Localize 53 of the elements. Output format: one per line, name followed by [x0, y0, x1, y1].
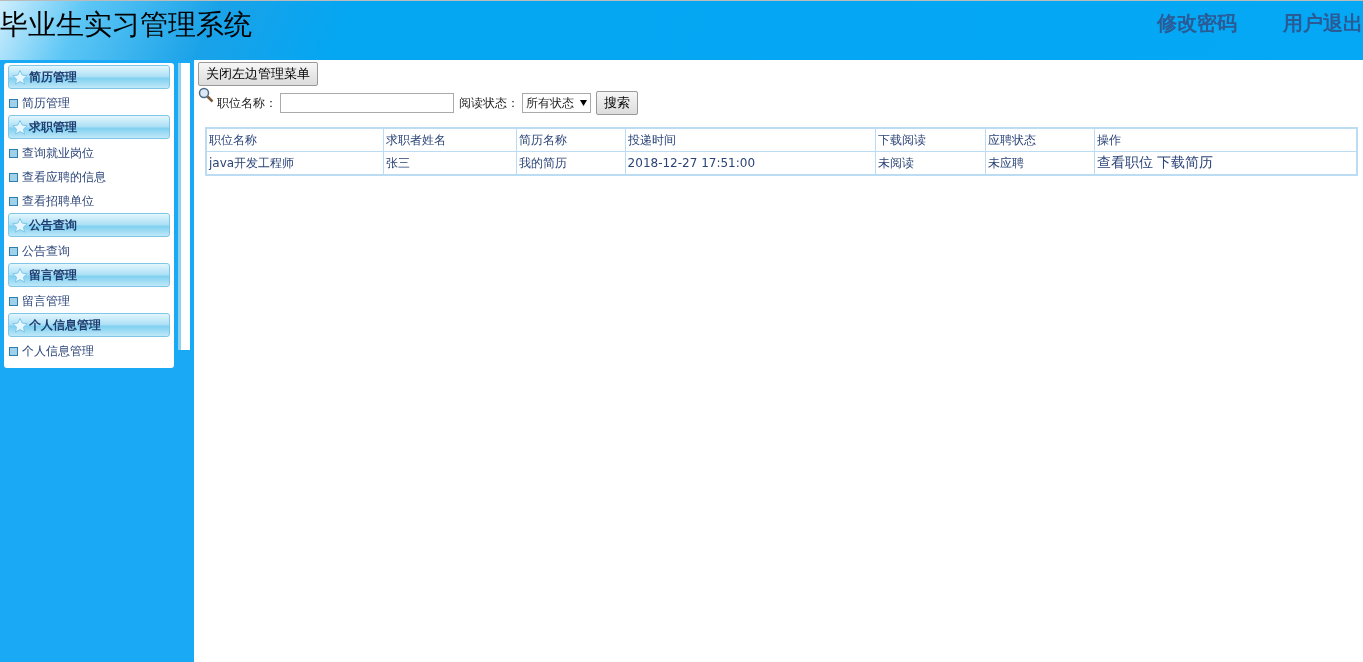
- star-icon: [12, 267, 28, 283]
- menu-item[interactable]: 查看招聘单位: [22, 192, 94, 210]
- menu-group-header[interactable]: 求职管理: [8, 115, 170, 139]
- menu-group-title: 留言管理: [29, 266, 77, 284]
- table-cell: 2018-12-27 17:51:00: [625, 151, 876, 175]
- bullet-icon: [9, 172, 18, 182]
- bullet-icon: [9, 246, 18, 256]
- action-link[interactable]: 查看职位: [1096, 154, 1153, 170]
- bullet-icon: [9, 98, 18, 108]
- menu-group-title: 个人信息管理: [29, 316, 101, 334]
- star-icon: [12, 69, 28, 85]
- table-cell: 我的简历: [516, 151, 626, 175]
- field-label: 阅读状态：: [459, 94, 519, 112]
- column-header: 投递时间: [625, 128, 876, 152]
- bullet-icon: [9, 148, 18, 158]
- star-icon: [12, 317, 28, 333]
- toggle-menu-button[interactable]: 关闭左边管理菜单: [198, 62, 318, 86]
- action-link[interactable]: 下载简历: [1156, 154, 1213, 170]
- scrollbar[interactable]: [178, 63, 190, 350]
- menu-item[interactable]: 查看应聘的信息: [22, 168, 106, 186]
- menu-group-header[interactable]: 个人信息管理: [8, 313, 170, 337]
- menu-group-title: 简历管理: [29, 68, 77, 86]
- star-icon: [12, 217, 28, 233]
- system-title: 毕业生实习管理系统: [0, 7, 253, 43]
- bullet-icon: [9, 196, 18, 206]
- menu-item[interactable]: 简历管理: [22, 94, 70, 112]
- column-header: 求职者姓名: [383, 128, 517, 152]
- column-header: 下载阅读: [875, 128, 985, 152]
- column-header: 简历名称: [516, 128, 626, 152]
- bullet-icon: [9, 346, 18, 356]
- menu-item[interactable]: 公告查询: [22, 242, 70, 260]
- menu-group-header[interactable]: 留言管理: [8, 263, 170, 287]
- dropdown-arrow-icon: [580, 100, 587, 106]
- menu-group-title: 求职管理: [29, 118, 77, 136]
- menu-item[interactable]: 个人信息管理: [22, 342, 94, 360]
- menu-item[interactable]: 查询就业岗位: [22, 144, 94, 162]
- column-header: 应聘状态: [985, 128, 1095, 152]
- field-label: 职位名称：: [217, 94, 277, 112]
- search-icon: [198, 87, 214, 103]
- job-name-field[interactable]: [280, 93, 454, 113]
- search-button[interactable]: 搜索: [596, 91, 638, 115]
- menu-group-title: 公告查询: [29, 216, 77, 234]
- table-cell: 未阅读: [875, 151, 985, 175]
- menu-item[interactable]: 留言管理: [22, 292, 70, 310]
- menu-group-header[interactable]: 简历管理: [8, 65, 170, 89]
- table-cell: java开发工程师: [206, 151, 384, 175]
- table-cell: 未应聘: [985, 151, 1095, 175]
- bullet-icon: [9, 296, 18, 306]
- star-icon: [12, 119, 28, 135]
- status-dropdown[interactable]: 所有状态: [522, 93, 591, 113]
- table-cell: 张三: [383, 151, 517, 175]
- menu-group-header[interactable]: 公告查询: [8, 213, 170, 237]
- column-header: 职位名称: [206, 128, 384, 152]
